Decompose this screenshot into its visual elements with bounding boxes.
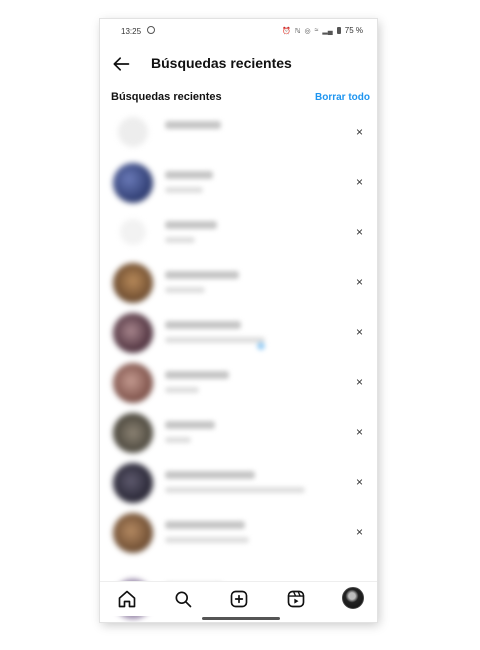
blurred-text xyxy=(165,321,265,350)
battery-icon xyxy=(336,27,341,34)
avatar xyxy=(113,463,153,503)
list-item[interactable]: × xyxy=(100,211,377,261)
create-icon[interactable] xyxy=(229,589,249,609)
blurred-text xyxy=(165,171,213,193)
remove-button[interactable]: × xyxy=(356,376,363,388)
signal-icon: ▂▄ xyxy=(322,27,333,35)
reels-icon[interactable] xyxy=(286,589,306,609)
search-icon[interactable] xyxy=(173,589,193,609)
remove-button[interactable]: × xyxy=(356,326,363,338)
blurred-text xyxy=(165,121,221,129)
avatar xyxy=(113,413,153,453)
list-item[interactable]: × xyxy=(100,311,377,361)
phone-screen: 13:25 ⏰ ℕ ◎ ≈ ▂▄ 75 % Búsquedas reciente… xyxy=(100,19,377,622)
list-item[interactable]: × xyxy=(100,161,377,211)
status-icons: ⏰ ℕ ◎ ≈ ▂▄ 75 % xyxy=(282,26,363,35)
list-item[interactable]: × xyxy=(100,111,377,161)
blurred-text xyxy=(165,521,249,543)
remove-button[interactable]: × xyxy=(356,526,363,538)
remove-button[interactable]: × xyxy=(356,226,363,238)
list-item[interactable]: × xyxy=(100,461,377,511)
clear-all-button[interactable]: Borrar todo xyxy=(315,92,370,103)
remove-button[interactable]: × xyxy=(356,476,363,488)
home-indicator[interactable] xyxy=(202,617,280,620)
avatar xyxy=(113,263,153,303)
blurred-text xyxy=(165,371,229,393)
hotspot-icon: ◎ xyxy=(304,27,311,35)
arrow-left-icon[interactable] xyxy=(111,54,131,74)
search-icon xyxy=(120,219,146,245)
remove-button[interactable]: × xyxy=(356,426,363,438)
section-title: Búsquedas recientes xyxy=(111,91,222,103)
blurred-text xyxy=(165,221,217,243)
search-icon xyxy=(118,117,148,147)
blurred-text xyxy=(165,421,215,443)
remove-button[interactable]: × xyxy=(356,126,363,138)
page-title: Búsquedas recientes xyxy=(151,55,292,71)
avatar xyxy=(113,363,153,403)
bottom-nav xyxy=(100,581,377,616)
header: Búsquedas recientes xyxy=(100,49,377,81)
list-item[interactable]: × xyxy=(100,411,377,461)
nfc-icon: ℕ xyxy=(294,27,301,35)
avatar xyxy=(113,313,153,353)
remove-button[interactable]: × xyxy=(356,176,363,188)
list-item[interactable]: × xyxy=(100,261,377,311)
list-item[interactable]: × xyxy=(100,511,377,561)
list-item[interactable]: × xyxy=(100,361,377,411)
battery-percent: 75 % xyxy=(344,26,363,35)
home-icon[interactable] xyxy=(117,589,137,609)
remove-button[interactable]: × xyxy=(356,276,363,288)
wifi-icon: ≈ xyxy=(314,27,319,34)
blurred-text xyxy=(165,271,239,293)
blurred-text xyxy=(165,471,305,493)
avatar xyxy=(113,163,153,203)
avatar xyxy=(113,513,153,553)
status-time: 13:25 xyxy=(121,27,142,36)
whatsapp-icon xyxy=(147,26,155,34)
alarm-icon: ⏰ xyxy=(282,27,291,35)
profile-avatar[interactable] xyxy=(342,587,364,609)
status-bar: 13:25 ⏰ ℕ ◎ ≈ ▂▄ 75 % xyxy=(100,19,377,43)
